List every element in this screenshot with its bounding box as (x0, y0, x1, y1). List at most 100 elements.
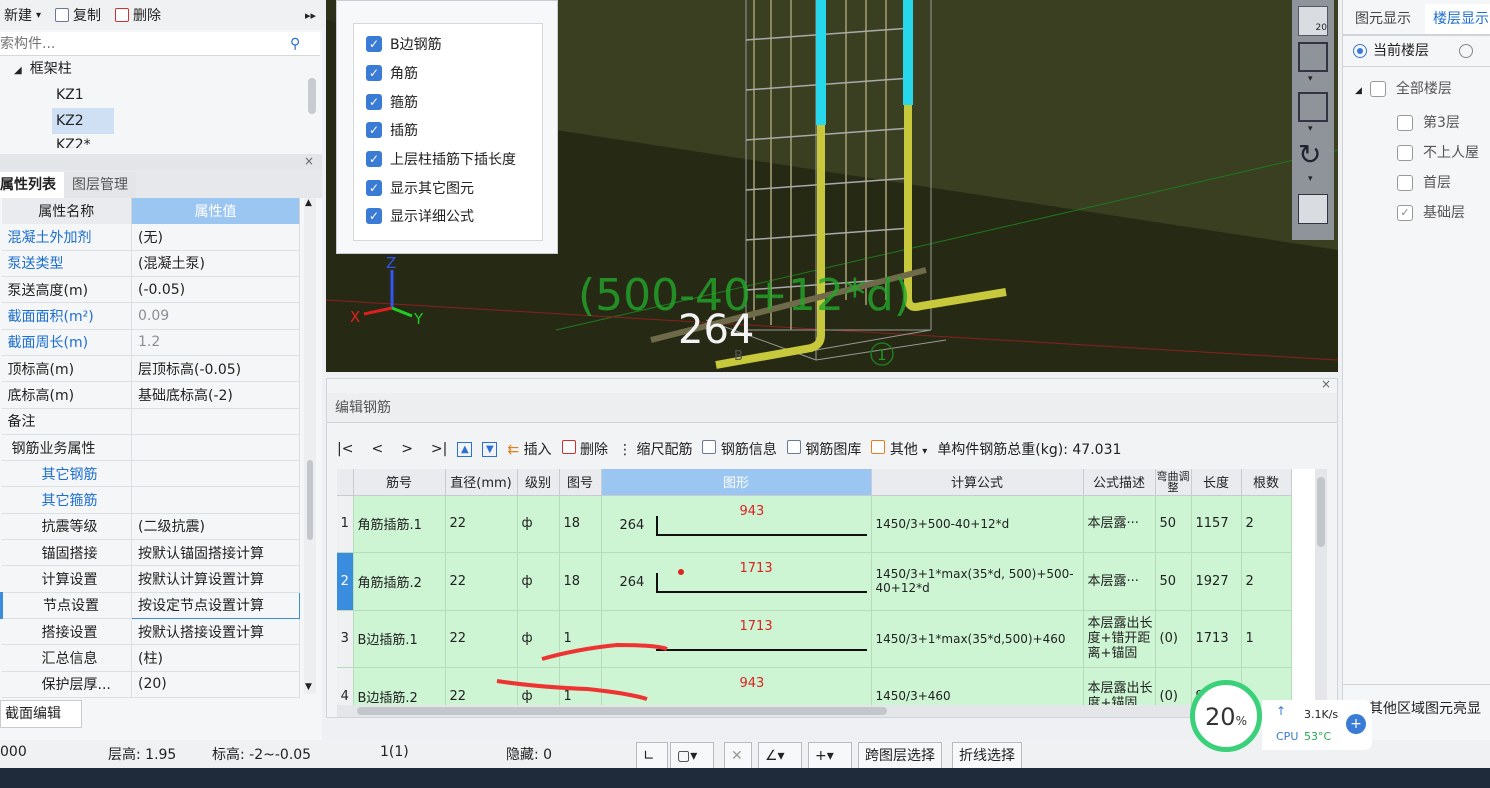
tab-layer-manage[interactable]: 图层管理 (64, 172, 136, 198)
checkbox-all-floors[interactable] (1369, 81, 1386, 97)
table-row[interactable]: 汇总信息 (柱) (1, 644, 300, 672)
legend-option[interactable]: ✓ 箍筋 (366, 87, 530, 116)
delete-button[interactable]: 删除 (115, 5, 161, 25)
table-row[interactable]: 节点设置 按设定节点设置计算 (0, 591, 300, 619)
props-scrollbar[interactable]: ▲ ▼ (304, 198, 316, 694)
legend-option[interactable]: ✓ 角筋 (366, 59, 530, 88)
table-row[interactable]: 钢筋业务属性 (1, 434, 300, 462)
copy-button[interactable]: 复制 (55, 5, 101, 25)
checkbox-checked-icon[interactable]: ✓ (366, 208, 382, 225)
prop-value[interactable] (131, 434, 300, 462)
offset-icon[interactable]: +▾ (808, 742, 852, 770)
search-icon[interactable]: ⚲ (290, 36, 300, 52)
nav-last-button[interactable]: >| (431, 441, 447, 457)
cube-solid-icon[interactable] (1298, 92, 1328, 122)
floor-item[interactable]: 不上人屋 (1397, 138, 1490, 168)
prop-value[interactable]: 基础底标高(-2) (131, 381, 300, 409)
select-box-icon[interactable]: ▢▾ (670, 742, 714, 770)
table-row[interactable]: 泵送高度(m) (-0.05) (1, 276, 300, 304)
close-icon[interactable]: × (304, 154, 314, 168)
prop-value[interactable] (131, 408, 300, 435)
chevron-down-icon[interactable]: ▾ (1308, 174, 1313, 184)
cross-icon[interactable]: ✕ (724, 742, 752, 770)
current-floor-radio[interactable]: 当前楼层 (1353, 40, 1490, 62)
legend-option[interactable]: ✓ 显示详细公式 (366, 202, 530, 231)
search-input[interactable] (0, 35, 290, 52)
checkbox-icon[interactable] (1397, 145, 1413, 161)
floor-item[interactable]: ✓ 基础层 (1397, 198, 1490, 228)
grid-v-scrollbar[interactable] (1315, 469, 1327, 705)
checkbox-checked-icon[interactable]: ✓ (366, 36, 382, 53)
checkbox-checked-icon[interactable]: ✓ (366, 122, 382, 139)
prop-value[interactable]: 按设定节点设置计算 (131, 591, 300, 619)
tab-element-display[interactable]: 图元显示 (1347, 4, 1419, 34)
grid-h-scrollbar[interactable] (337, 705, 1315, 717)
prop-value[interactable]: (混凝土泵) (131, 250, 300, 278)
table-row[interactable]: 其它钢筋 (1, 460, 300, 488)
tree-item-kz2-star[interactable]: KZ2* (14, 134, 304, 148)
layer-grid-icon[interactable] (1298, 194, 1328, 224)
table-row[interactable]: 备注 (1, 408, 300, 435)
table-row[interactable]: 混凝土外加剂 (无) (1, 224, 300, 251)
performance-widget[interactable]: 20% (1190, 680, 1262, 752)
prop-value[interactable]: 0.09 (131, 302, 300, 330)
insert-button[interactable]: ⇇ 插入 (507, 439, 551, 459)
checkbox-checked-icon[interactable]: ✓ (366, 179, 382, 196)
radio-unselected-icon[interactable] (1459, 44, 1474, 58)
delete-row-button[interactable]: 删除 (561, 439, 608, 459)
scale-rebar-button[interactable]: ⋮ 缩尺配筋 (618, 439, 692, 459)
close-icon[interactable]: × (1321, 377, 1331, 391)
legend-option[interactable]: ✓ B边钢筋 (366, 30, 530, 59)
table-row[interactable]: 抗震等级 (二级抗震) (1, 513, 300, 541)
top-view-icon[interactable]: 20 (1298, 6, 1328, 36)
table-row[interactable]: 保护层厚... (20) (1, 671, 300, 698)
table-row[interactable]: 计算设置 按默认计算设置计算 (1, 565, 300, 593)
checkbox-checked-icon[interactable]: ✓ (366, 151, 382, 168)
prop-value[interactable]: (二级抗震) (131, 513, 300, 541)
floor-item[interactable]: 首层 (1397, 168, 1490, 198)
tree-item-kz2[interactable]: KZ2 (52, 108, 114, 134)
table-row[interactable]: 底标高(m) 基础底标高(-2) (1, 381, 300, 409)
chevron-down-icon[interactable]: ▾ (1308, 124, 1313, 134)
new-button[interactable]: 新建 ▾ (4, 5, 41, 25)
legend-option[interactable]: ✓ 插筋 (366, 116, 530, 145)
table-row[interactable]: 截面周长(m) 1.2 (1, 329, 300, 356)
prop-value[interactable] (131, 460, 300, 488)
chevron-down-icon[interactable]: ▾ (1308, 74, 1313, 84)
cross-layer-select-button[interactable]: 跨图层选择 (858, 742, 942, 770)
component-search[interactable]: ⚲ (0, 32, 320, 56)
table-row[interactable]: 截面面积(m²) 0.09 (1, 302, 300, 330)
tree-root[interactable]: ◢ 框架柱 (14, 56, 304, 82)
prop-value[interactable]: (无) (131, 224, 300, 251)
section-edit-tab[interactable]: 截面编辑 (0, 700, 82, 728)
tab-floor-display[interactable]: 楼层显示 (1425, 4, 1490, 34)
cube-view-icon[interactable] (1298, 42, 1328, 72)
nav-next-button[interactable]: > (401, 441, 413, 457)
rebar-info-button[interactable]: 钢筋信息 (702, 439, 777, 459)
prop-value[interactable]: (20) (131, 671, 300, 698)
nav-first-button[interactable]: |< (337, 441, 353, 457)
rebar-library-button[interactable]: 钢筋图库 (786, 439, 861, 459)
prop-value[interactable]: 层顶标高(-0.05) (131, 355, 300, 383)
tree-item-kz1[interactable]: KZ1 (14, 82, 304, 108)
table-row[interactable]: 顶标高(m) 层顶标高(-0.05) (1, 355, 300, 383)
ortho-icon[interactable]: ∟ (636, 742, 668, 770)
all-floors-row[interactable]: ◢ 全部楼层 (1355, 78, 1490, 98)
checkbox-checked-icon[interactable]: ✓ (366, 93, 382, 110)
tree-scrollbar[interactable] (308, 78, 316, 114)
rotate-icon[interactable]: ↻ (1298, 138, 1321, 171)
checkbox-checked-icon[interactable]: ✓ (366, 65, 382, 82)
nav-prev-button[interactable]: < (371, 441, 383, 457)
table-row[interactable]: 其它箍筋 (1, 486, 300, 514)
prop-value[interactable] (131, 486, 300, 514)
checkbox-icon[interactable] (1397, 115, 1413, 131)
angle-icon[interactable]: ∠▾ (758, 742, 802, 770)
prop-value[interactable]: (-0.05) (131, 276, 300, 304)
plus-icon[interactable]: + (1346, 714, 1366, 734)
prop-value[interactable]: 1.2 (131, 329, 300, 356)
collapse-icon[interactable]: ◢ (14, 65, 22, 76)
checkbox-checked-icon[interactable]: ✓ (1397, 205, 1413, 221)
table-row[interactable]: 锚固搭接 按默认锚固搭接计算 (1, 539, 300, 567)
tab-attr-list[interactable]: 属性列表 (0, 172, 64, 198)
polyline-select-button[interactable]: 折线选择 (952, 742, 1022, 770)
